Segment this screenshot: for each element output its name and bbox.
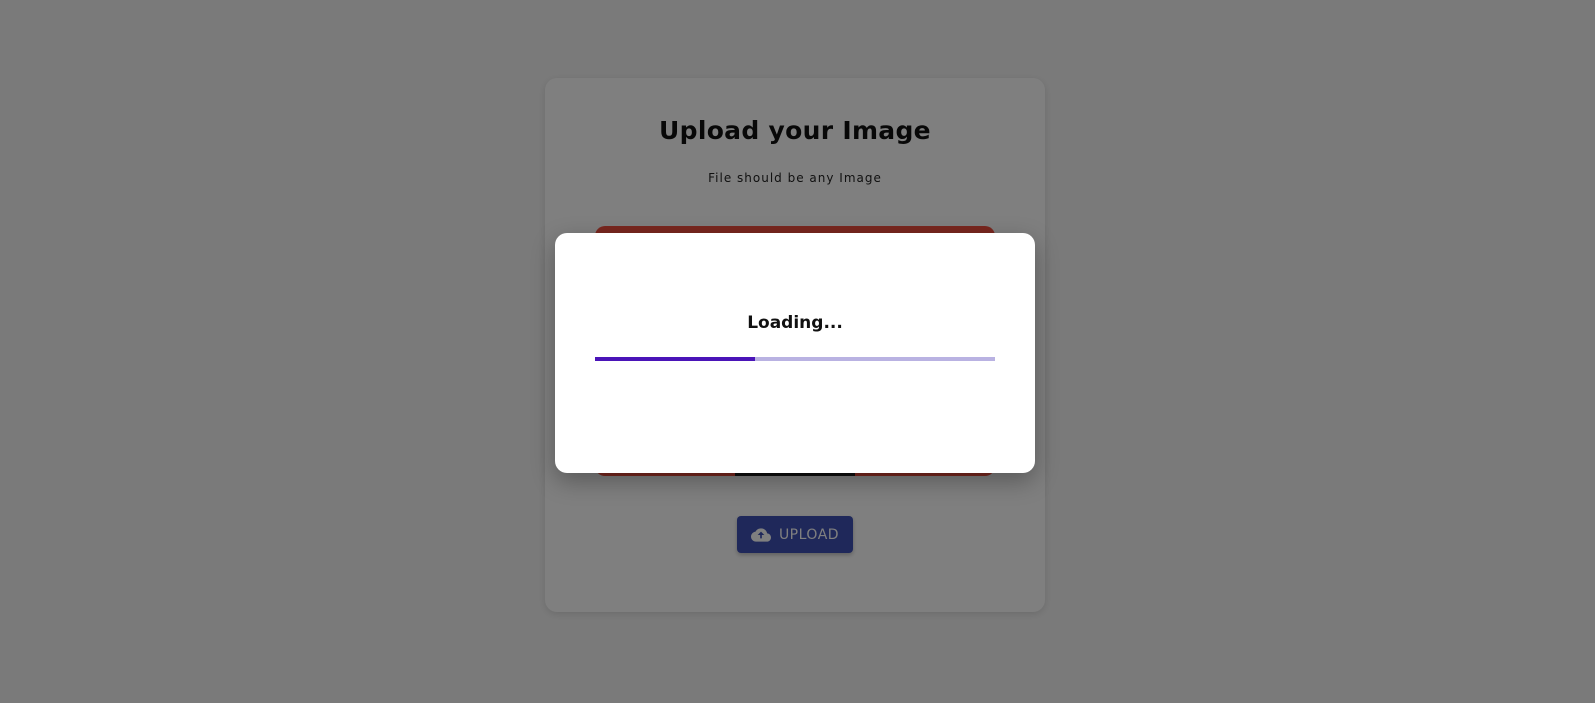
page: Upload your Image File should be any Ima… [0,0,1595,703]
loading-dialog: Loading... [555,233,1035,473]
progress-bar-fill [595,357,755,361]
progress-bar [595,357,995,361]
loading-text: Loading... [747,313,843,333]
